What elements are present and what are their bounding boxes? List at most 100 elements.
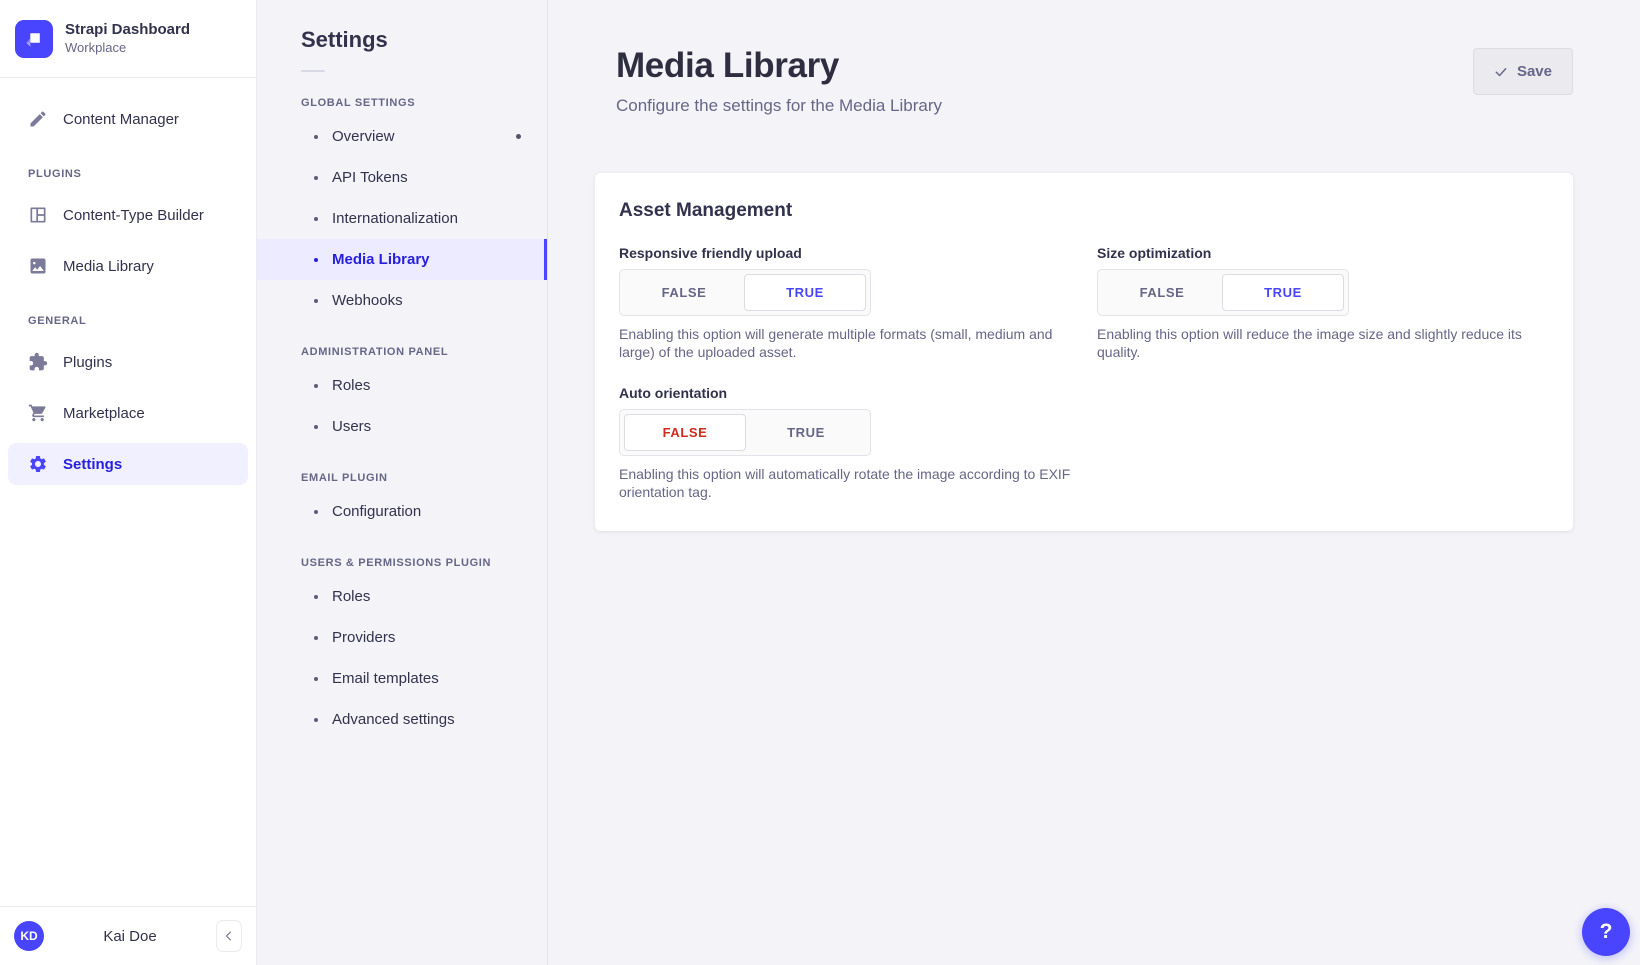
toggle-option-false[interactable]: FALSE <box>624 414 746 451</box>
auto-orientation-toggle[interactable]: FALSE TRUE <box>619 409 871 456</box>
subnav-item-label: Configuration <box>332 503 421 520</box>
nav-section-header-plugins: PLUGINS <box>8 168 248 180</box>
cart-icon <box>28 403 48 423</box>
puzzle-icon <box>28 352 48 372</box>
layout-icon <box>28 205 48 225</box>
sidebar-collapse-button[interactable] <box>216 920 242 952</box>
subnav-item-label: API Tokens <box>332 169 408 186</box>
subnav-item-providers[interactable]: Providers <box>257 617 547 658</box>
settings-subnav: Settings GLOBAL SETTINGS Overview API To… <box>257 0 548 965</box>
nav-item-label: Content Manager <box>63 111 179 128</box>
nav-item-content-type-builder[interactable]: Content-Type Builder <box>8 194 248 236</box>
field-label: Size optimization <box>1097 245 1549 261</box>
subnav-item-email-templates[interactable]: Email templates <box>257 658 547 699</box>
subnav-item-label: Media Library <box>332 251 430 268</box>
asset-management-panel: Asset Management Responsive friendly upl… <box>595 173 1573 531</box>
field-label: Responsive friendly upload <box>619 245 1071 261</box>
subnav-item-roles-up[interactable]: Roles <box>257 576 547 617</box>
subnav-item-api-tokens[interactable]: API Tokens <box>257 157 547 198</box>
bullet-icon <box>314 217 318 221</box>
bullet-icon <box>314 425 318 429</box>
nav-item-label: Settings <box>63 456 122 473</box>
save-button-label: Save <box>1517 63 1552 80</box>
main-nav: Content Manager PLUGINS Content-Type Bui… <box>0 78 256 906</box>
subnav-item-media-library[interactable]: Media Library <box>257 239 547 280</box>
main-content: Media Library Configure the settings for… <box>548 0 1640 965</box>
field-auto-orientation: Auto orientation FALSE TRUE Enabling thi… <box>619 385 1071 501</box>
bullet-icon <box>314 510 318 514</box>
chevron-left-icon <box>223 930 235 942</box>
subnav-item-label: Email templates <box>332 670 439 687</box>
nav-section-header-general: GENERAL <box>8 315 248 327</box>
bullet-icon <box>314 258 318 262</box>
subnav-divider <box>301 70 325 72</box>
bullet-icon <box>314 718 318 722</box>
nav-item-label: Marketplace <box>63 405 145 422</box>
page-subtitle: Configure the settings for the Media Lib… <box>616 96 942 116</box>
avatar[interactable]: KD <box>14 921 44 951</box>
field-description: Enabling this option will reduce the ima… <box>1097 325 1549 361</box>
subnav-item-roles-admin[interactable]: Roles <box>257 365 547 406</box>
nav-item-label: Content-Type Builder <box>63 207 204 224</box>
subnav-item-overview[interactable]: Overview <box>257 116 547 157</box>
nav-item-settings[interactable]: Settings <box>8 443 248 485</box>
nav-item-plugins[interactable]: Plugins <box>8 341 248 383</box>
bullet-icon <box>314 595 318 599</box>
panel-title: Asset Management <box>619 200 1549 222</box>
subnav-item-label: Roles <box>332 588 370 605</box>
bullet-icon <box>314 135 318 139</box>
subnav-item-internationalization[interactable]: Internationalization <box>257 198 547 239</box>
bullet-icon <box>314 176 318 180</box>
subnav-item-label: Roles <box>332 377 370 394</box>
toggle-option-true[interactable]: TRUE <box>1222 274 1344 311</box>
bullet-icon <box>314 636 318 640</box>
workspace-switcher[interactable]: Strapi Dashboard Workplace <box>0 0 256 78</box>
bullet-icon <box>314 384 318 388</box>
page-header: Media Library Configure the settings for… <box>595 0 1573 116</box>
app-root: Strapi Dashboard Workplace Content Manag… <box>0 0 1640 965</box>
gear-icon <box>28 454 48 474</box>
notification-dot <box>516 134 521 139</box>
image-icon <box>28 256 48 276</box>
subnav-item-label: Webhooks <box>332 292 403 309</box>
size-optimization-toggle[interactable]: FALSE TRUE <box>1097 269 1349 316</box>
subnav-item-webhooks[interactable]: Webhooks <box>257 280 547 321</box>
save-button[interactable]: Save <box>1473 48 1573 95</box>
field-responsive-friendly-upload: Responsive friendly upload FALSE TRUE En… <box>619 245 1071 361</box>
user-name: Kai Doe <box>52 928 208 945</box>
field-label: Auto orientation <box>619 385 1071 401</box>
toggle-option-false[interactable]: FALSE <box>624 274 744 311</box>
field-description: Enabling this option will generate multi… <box>619 325 1071 361</box>
strapi-logo-icon <box>15 20 53 58</box>
subnav-item-label: Providers <box>332 629 395 646</box>
toggle-option-false[interactable]: FALSE <box>1102 274 1222 311</box>
subnav-item-label: Internationalization <box>332 210 458 227</box>
nav-item-content-manager[interactable]: Content Manager <box>8 98 248 140</box>
subnav-item-label: Advanced settings <box>332 711 455 728</box>
subnav-header-global-settings: GLOBAL SETTINGS <box>257 97 547 109</box>
nav-item-media-library[interactable]: Media Library <box>8 245 248 287</box>
nav-item-label: Plugins <box>63 354 112 371</box>
responsive-friendly-upload-toggle[interactable]: FALSE TRUE <box>619 269 871 316</box>
page-title: Media Library <box>616 46 942 86</box>
subnav-item-users[interactable]: Users <box>257 406 547 447</box>
toggle-option-true[interactable]: TRUE <box>746 414 866 451</box>
subnav-header-users-permissions-plugin: USERS & PERMISSIONS PLUGIN <box>257 557 547 569</box>
subnav-header-email-plugin: EMAIL PLUGIN <box>257 472 547 484</box>
workspace-subtitle: Workplace <box>65 40 190 56</box>
nav-item-marketplace[interactable]: Marketplace <box>8 392 248 434</box>
field-size-optimization: Size optimization FALSE TRUE Enabling th… <box>1097 245 1549 361</box>
subnav-header-administration-panel: ADMINISTRATION PANEL <box>257 346 547 358</box>
main-sidebar: Strapi Dashboard Workplace Content Manag… <box>0 0 257 965</box>
workspace-title: Strapi Dashboard <box>65 21 190 40</box>
field-description: Enabling this option will automatically … <box>619 465 1071 501</box>
pen-icon <box>28 109 48 129</box>
bullet-icon <box>314 677 318 681</box>
subnav-item-advanced-settings[interactable]: Advanced settings <box>257 699 547 740</box>
toggle-option-true[interactable]: TRUE <box>744 274 866 311</box>
user-footer: KD Kai Doe <box>0 906 256 965</box>
subnav-item-configuration[interactable]: Configuration <box>257 491 547 532</box>
help-button[interactable]: ? <box>1582 908 1630 956</box>
subnav-title: Settings <box>257 27 547 53</box>
bullet-icon <box>314 299 318 303</box>
